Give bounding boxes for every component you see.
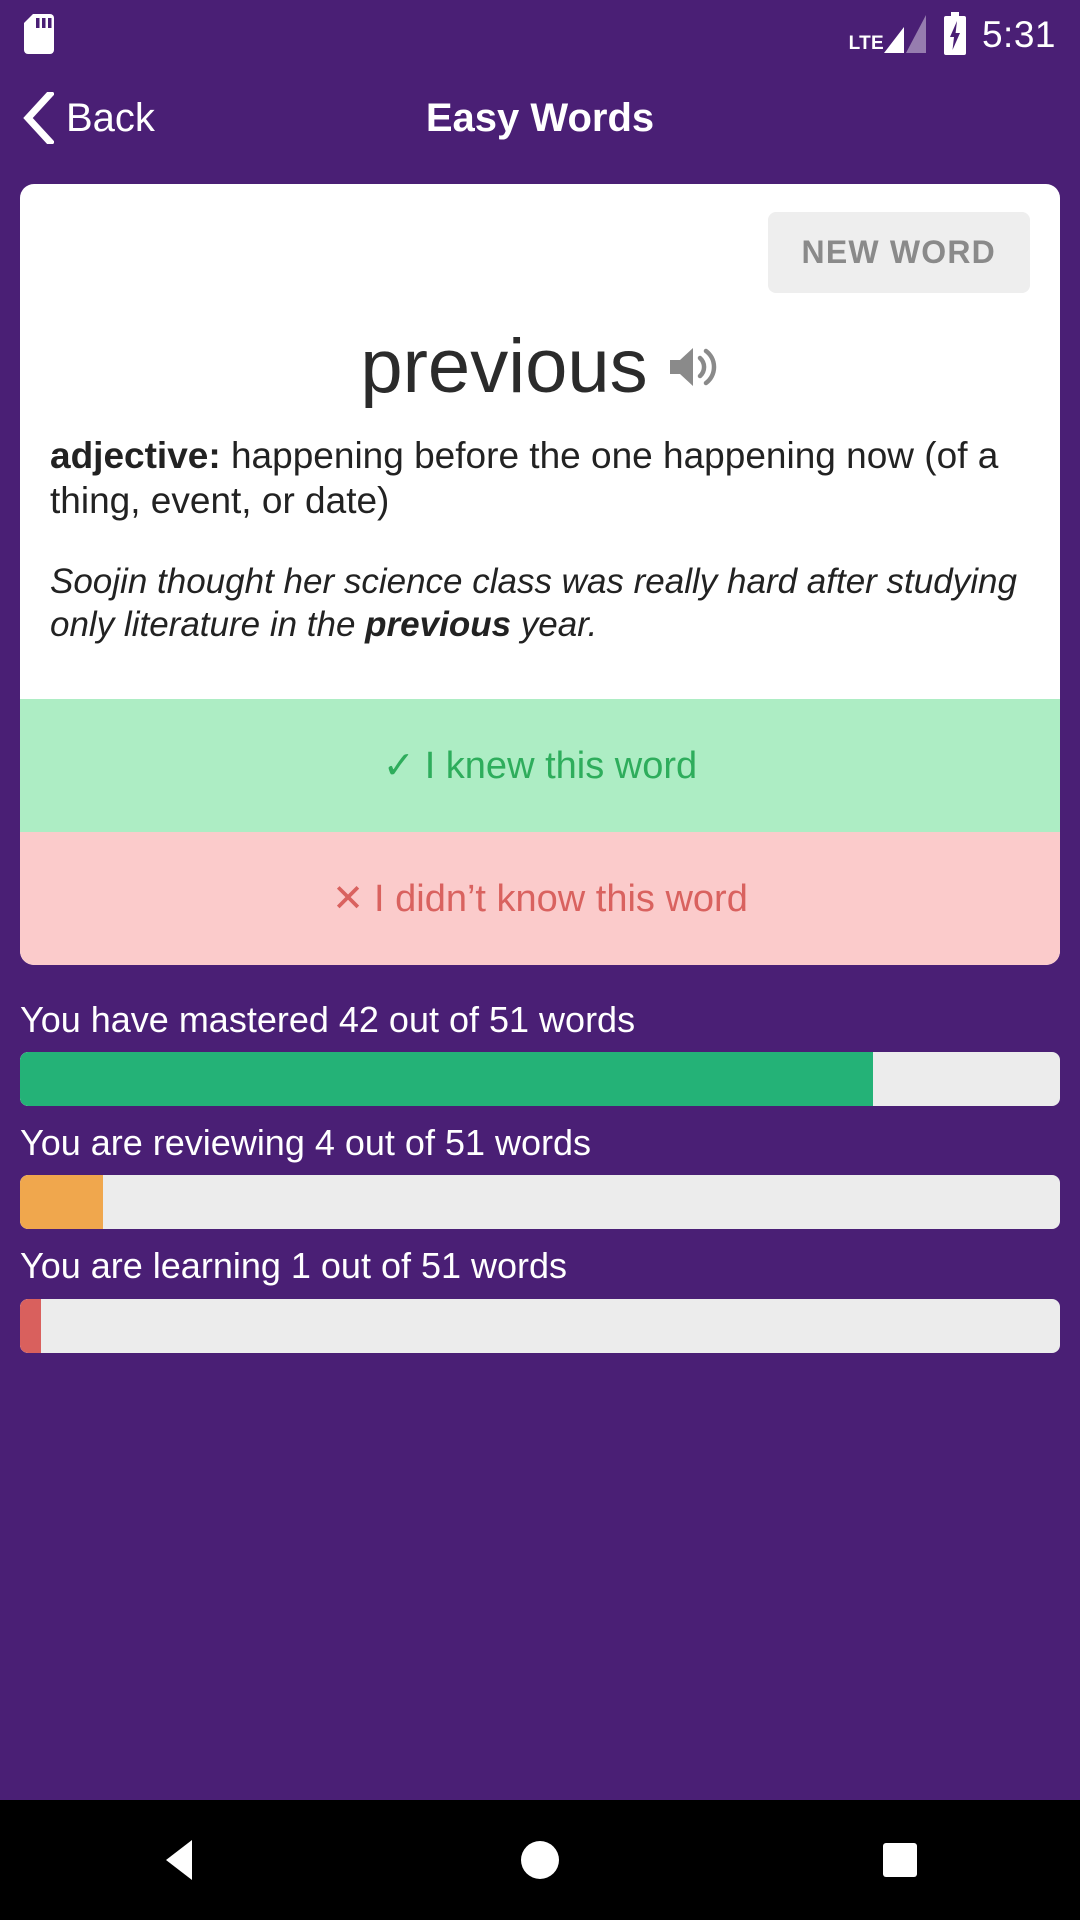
word-card-body: NEW WORD previous adjective: happening b… (20, 184, 1060, 699)
stat-reviewing-label: You are reviewing 4 out of 51 words (20, 1122, 592, 1164)
didnt-know-word-button[interactable]: ✕ I didn’t know this word (20, 831, 1060, 965)
back-button-label: Back (66, 95, 155, 140)
stat-mastered-label: You have mastered 42 out of 51 words (20, 998, 636, 1040)
nav-recents-square-icon[interactable] (810, 1800, 990, 1920)
knew-word-label: I knew this word (424, 744, 698, 787)
new-word-button[interactable]: NEW WORD (767, 212, 1030, 293)
network-type-label: LTE (848, 33, 884, 54)
status-bar: LTE 5:31 (0, 0, 1080, 68)
battery-charging-icon (942, 12, 968, 56)
cross-icon: ✕ (332, 877, 364, 920)
word-definition: adjective: happening before the one happ… (50, 433, 1030, 523)
stat-mastered-progressbar (20, 1052, 1060, 1107)
stat-reviewing: You are reviewing 4 out of 51 words (20, 1122, 1060, 1230)
chevron-left-icon (22, 92, 54, 144)
word-text: previous (360, 324, 648, 409)
stat-learning-label: You are learning 1 out of 51 words (20, 1245, 568, 1287)
android-nav-bar (0, 1800, 1080, 1920)
knew-word-button[interactable]: ✓ I knew this word (20, 698, 1060, 832)
example-highlight-word: previous (365, 604, 512, 644)
nav-home-circle-icon[interactable] (450, 1800, 630, 1920)
status-bar-right: LTE 5:31 (849, 12, 1056, 56)
app-header: Back Easy Words (0, 68, 1080, 168)
stat-learning-progress-fill (20, 1298, 41, 1353)
new-word-row: NEW WORD (50, 212, 1030, 293)
word-example-sentence: Soojin thought her science class was rea… (50, 561, 1030, 646)
stat-mastered-progress-fill (20, 1052, 873, 1107)
example-after: year. (511, 604, 598, 644)
back-button[interactable]: Back (0, 68, 175, 168)
part-of-speech: adjective: (50, 435, 221, 476)
progress-stats: You have mastered 42 out of 51 words You… (0, 965, 1080, 1369)
app-root: LTE 5:31 Back Easy Words NEW WORD previo… (0, 0, 1080, 1920)
speaker-icon[interactable] (666, 343, 720, 391)
status-bar-left (24, 14, 54, 54)
stat-reviewing-progress-fill (20, 1175, 104, 1230)
word-row: previous (50, 329, 1030, 405)
sd-card-icon (24, 14, 54, 54)
check-icon: ✓ (382, 744, 415, 787)
word-card: NEW WORD previous adjective: happening b… (20, 184, 1060, 965)
signal-bars-icon: LTE (849, 13, 928, 55)
stat-learning-progressbar (20, 1298, 1060, 1353)
nav-back-triangle-icon[interactable] (90, 1800, 270, 1920)
stat-mastered: You have mastered 42 out of 51 words (20, 998, 1060, 1107)
didnt-know-word-label: I didn’t know this word (374, 877, 748, 920)
stat-reviewing-progressbar (20, 1175, 1060, 1230)
stat-learning: You are learning 1 out of 51 words (20, 1245, 1060, 1353)
card-spacer (50, 647, 1030, 681)
status-bar-clock: 5:31 (981, 13, 1056, 55)
content-filler (0, 1369, 1080, 1800)
